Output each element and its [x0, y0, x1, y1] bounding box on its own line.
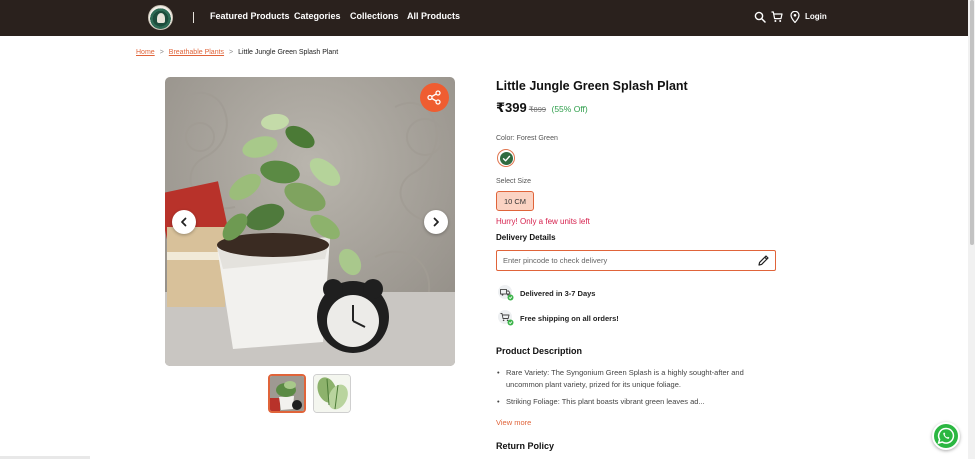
chevron-left-icon	[181, 217, 187, 227]
breadcrumb-home[interactable]: Home	[136, 49, 155, 56]
chevron-right-icon	[433, 217, 439, 227]
thumbnail-image	[270, 376, 304, 411]
stock-warning: Hurry! Only a few units left	[496, 217, 590, 226]
breadcrumb-separator: >	[159, 49, 164, 56]
breadcrumb-category[interactable]: Breathable Plants	[169, 49, 224, 56]
next-image-button[interactable]	[424, 210, 448, 234]
previous-image-button[interactable]	[172, 210, 196, 234]
share-button[interactable]	[420, 83, 449, 112]
whatsapp-icon	[937, 427, 955, 445]
cart-icon[interactable]	[771, 11, 783, 23]
price-row: ₹399 ₹899 (55% Off)	[496, 99, 588, 117]
breadcrumb-current: Little Jungle Green Splash Plant	[238, 49, 339, 56]
thumbnail-2[interactable]	[313, 374, 351, 413]
checkmark-icon	[502, 155, 510, 161]
search-icon[interactable]	[754, 11, 766, 23]
thumbnail-image	[314, 375, 350, 412]
delivery-truck-icon	[498, 285, 514, 301]
product-title: Little Jungle Green Splash Plant	[496, 79, 688, 93]
brand-logo[interactable]	[148, 5, 173, 30]
color-swatch-forest-green[interactable]	[497, 149, 515, 167]
delivery-time-text: Delivered in 3-7 Days	[520, 289, 596, 298]
thumbnail-1[interactable]	[268, 374, 306, 413]
free-shipping-cart-icon	[498, 310, 514, 326]
original-price: ₹899	[528, 105, 547, 114]
nav-all-products[interactable]: All Products	[407, 11, 460, 21]
description-list: Rare Variety: The Syngonium Green Splash…	[497, 367, 778, 413]
nav-featured-products[interactable]: Featured Products	[210, 11, 290, 21]
color-label: Color: Forest Green	[496, 135, 558, 142]
pincode-input[interactable]	[496, 250, 776, 271]
size-label: Select Size	[496, 178, 532, 185]
pencil-edit-icon[interactable]	[757, 254, 770, 267]
size-option-10cm[interactable]: 10 CM	[496, 191, 534, 211]
page-scrollbar-thumb[interactable]	[970, 0, 974, 245]
swatch-fill	[499, 151, 513, 165]
product-description-heading: Product Description	[496, 346, 583, 356]
product-main-image	[165, 77, 455, 366]
sale-price: ₹399	[496, 100, 527, 115]
nav-divider	[193, 12, 194, 23]
breadcrumb: Home > Breathable Plants > Little Jungle Gre…	[136, 49, 338, 56]
return-policy-heading[interactable]: Return Policy	[496, 441, 554, 451]
description-point: Rare Variety: The Syngonium Green Splash…	[497, 367, 778, 391]
free-shipping-text: Free shipping on all orders!	[520, 314, 619, 323]
location-pin-icon[interactable]	[790, 11, 800, 23]
share-icon	[427, 90, 441, 105]
delivery-details-heading: Delivery Details	[496, 233, 556, 242]
nav-collections[interactable]: Collections	[350, 11, 399, 21]
view-more-link[interactable]: View more	[496, 418, 531, 427]
whatsapp-chat-button[interactable]	[932, 422, 960, 450]
discount-badge: (55% Off)	[551, 104, 588, 114]
login-link[interactable]: Login	[805, 12, 827, 21]
nav-categories[interactable]: Categories	[294, 11, 341, 21]
breadcrumb-separator: >	[229, 49, 234, 56]
description-point: Striking Foliage: This plant boasts vibr…	[497, 396, 778, 408]
